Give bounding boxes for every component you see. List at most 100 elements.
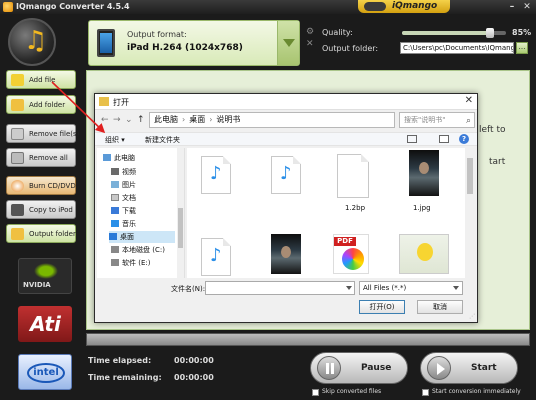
- breadcrumb-desktop[interactable]: 桌面: [189, 115, 205, 124]
- burn-cd-dvd-button[interactable]: Burn CD/DVD: [6, 176, 76, 195]
- ipod-icon: [11, 204, 24, 216]
- dialog-search-input[interactable]: 搜索"说明书" ⌕: [399, 112, 475, 128]
- new-folder-button[interactable]: 新建文件夹: [145, 135, 180, 145]
- open-button[interactable]: 打开(O): [359, 300, 405, 314]
- breadcrumb-this-pc[interactable]: 此电脑: [154, 115, 178, 124]
- nav-pane-scrollbar[interactable]: [177, 148, 184, 278]
- pdf-tag: PDF: [334, 237, 356, 246]
- up-arrow-icon[interactable]: ↑: [137, 115, 145, 125]
- hint-text-start: tart: [489, 157, 506, 167]
- ati-logo: Ati: [18, 306, 72, 342]
- music-file-icon: ♪: [201, 156, 231, 194]
- chevron-down-icon[interactable]: [346, 286, 352, 290]
- nav-item-downloads[interactable]: 下载: [111, 205, 136, 217]
- file-name: 1.jpg: [413, 204, 431, 212]
- desktop-icon: [109, 233, 117, 240]
- cancel-button[interactable]: 取消: [417, 300, 463, 314]
- quality-slider-thumb[interactable]: [486, 28, 495, 38]
- file-name-label: 文件名(N):: [171, 285, 206, 293]
- video-icon: [111, 168, 119, 175]
- nav-item-label: 视频: [122, 168, 136, 176]
- file-name-input[interactable]: [205, 281, 355, 295]
- window-title: IQmango Converter 4.5.4: [16, 2, 130, 11]
- music-note-icon: ♪: [280, 163, 292, 184]
- nav-scroll-thumb[interactable]: [178, 208, 183, 248]
- nav-item-documents[interactable]: 文档: [111, 192, 136, 204]
- forward-arrow-icon[interactable]: →: [113, 115, 121, 125]
- remove-all-label: Remove all: [29, 154, 68, 162]
- blank-file-icon: [337, 154, 369, 198]
- breadcrumb-manual[interactable]: 说明书: [216, 115, 240, 124]
- pictures-icon: [111, 181, 119, 188]
- remove-file-icon: [11, 128, 24, 140]
- output-format-selector[interactable]: Output format: iPad H.264 (1024x768): [88, 20, 300, 66]
- sunglasses-icon: [364, 2, 386, 11]
- nav-item-videos[interactable]: 视频: [111, 166, 136, 178]
- dialog-close-button[interactable]: ✕: [465, 95, 473, 106]
- open-file-dialog: 打开 ✕ ← → ⌄ ↑ 此电脑›桌面›说明书 ↻ 搜索"说明书" ⌕ 组织 ▾…: [94, 93, 478, 323]
- time-elapsed-label: Time elapsed:: [88, 356, 152, 365]
- file-view-scrollbar[interactable]: [465, 148, 475, 278]
- close-button[interactable]: ✕: [521, 1, 533, 13]
- address-bar[interactable]: 此电脑›桌面›说明书 ↻: [149, 112, 441, 128]
- help-icon[interactable]: ?: [459, 134, 469, 144]
- conversion-progress-bar: [86, 333, 530, 346]
- photo-thumbnail: [271, 234, 301, 274]
- resize-grip-icon[interactable]: ⋰: [469, 313, 475, 320]
- nav-item-label: 本地磁盘 (C:): [122, 246, 165, 254]
- start-immediately-checkbox[interactable]: [422, 389, 429, 396]
- nav-item-pictures[interactable]: 图片: [111, 179, 136, 191]
- copy-to-ipod-label: Copy to iPod: [29, 206, 73, 214]
- music-file-icon: ♪: [271, 156, 301, 194]
- nav-item-local-disk-c[interactable]: 本地磁盘 (C:): [111, 244, 165, 256]
- settings-icon[interactable]: ⚙: [306, 26, 316, 38]
- nav-item-software-e[interactable]: 软件 (E:): [111, 257, 150, 269]
- start-button[interactable]: Start: [420, 352, 518, 384]
- nav-item-this-pc[interactable]: 此电脑: [103, 152, 135, 164]
- remove-files-button[interactable]: Remove file(s): [6, 124, 79, 143]
- quality-slider[interactable]: [402, 28, 506, 38]
- dialog-title-bar: 打开 ✕: [95, 94, 477, 110]
- format-dropdown-arrow-icon[interactable]: [277, 21, 299, 65]
- remove-format-icon[interactable]: ✕: [306, 38, 316, 50]
- minimize-button[interactable]: –: [506, 1, 518, 13]
- output-folder-field[interactable]: C:\Users\pc\Documents\IQmango: [400, 42, 514, 54]
- file-scroll-thumb[interactable]: [467, 158, 473, 194]
- nav-item-desktop[interactable]: 桌面: [109, 231, 175, 243]
- file-view[interactable]: ♪ ♪ 1.2bp 1.jpg ♪ PDF: [187, 148, 465, 278]
- time-remaining-value: 00:00:00: [174, 373, 214, 382]
- back-arrow-icon[interactable]: ←: [101, 115, 109, 125]
- app-icon: [3, 2, 13, 12]
- music-note-icon: ♪: [210, 163, 222, 184]
- add-file-button[interactable]: Add file: [6, 70, 76, 89]
- search-placeholder: 搜索"说明书": [404, 116, 446, 124]
- breadcrumb-separator: ›: [182, 115, 186, 124]
- nav-item-label: 音乐: [122, 220, 136, 228]
- photo-thumbnail: [409, 150, 439, 196]
- nav-item-label: 图片: [122, 181, 136, 189]
- add-folder-button[interactable]: Add folder: [6, 95, 76, 114]
- nav-item-music[interactable]: 音乐: [111, 218, 136, 230]
- remove-all-button[interactable]: Remove all: [6, 148, 76, 167]
- recent-locations-icon[interactable]: ⌄: [125, 115, 133, 125]
- format-tools: ⚙ ✕: [306, 26, 316, 50]
- pause-button[interactable]: Pause: [310, 352, 408, 384]
- burn-cd-dvd-label: Burn CD/DVD: [29, 182, 76, 190]
- organize-menu[interactable]: 组织 ▾: [105, 135, 125, 145]
- intel-logo: intel: [18, 354, 72, 390]
- file-type-select[interactable]: All Files (*.*): [359, 281, 463, 295]
- output-folder-button[interactable]: Output folder: [6, 224, 76, 243]
- change-view-icon[interactable]: [407, 135, 417, 143]
- copy-to-ipod-button[interactable]: Copy to iPod: [6, 200, 76, 219]
- app-logo: ♫: [8, 18, 56, 66]
- browse-folder-button[interactable]: …: [516, 42, 528, 54]
- search-icon: ⌕: [465, 116, 471, 126]
- drive-icon: [111, 259, 119, 266]
- chick-icon: [417, 243, 433, 261]
- nvidia-eye-icon: [34, 263, 58, 279]
- preview-pane-icon[interactable]: [439, 135, 449, 143]
- brand-name: iQmango: [392, 1, 438, 11]
- quality-value: 85%: [512, 28, 532, 37]
- cartoon-thumbnail: [399, 234, 449, 274]
- skip-converted-checkbox[interactable]: [312, 389, 319, 396]
